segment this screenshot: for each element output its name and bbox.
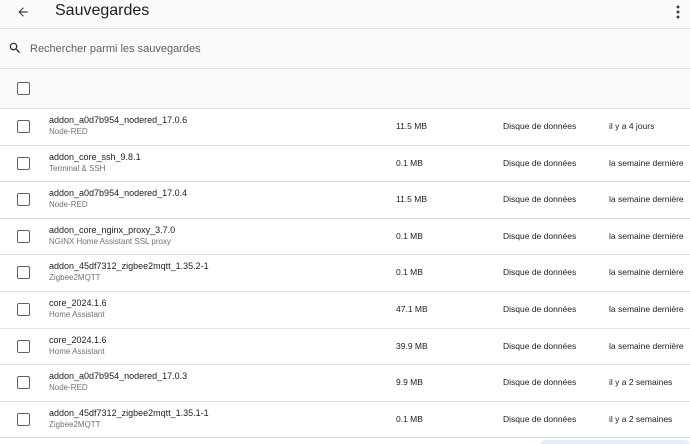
backup-date: la semaine dernière bbox=[609, 230, 684, 241]
backup-addon: Home Assistant bbox=[49, 309, 105, 319]
arrow-left-icon bbox=[18, 7, 28, 17]
page-title: Sauvegardes bbox=[55, 2, 150, 19]
row-checkbox[interactable] bbox=[17, 229, 30, 243]
backup-name: addon_45df7312_zigbee2mqtt_1.35.1-1 bbox=[49, 407, 209, 418]
backup-addon: Terminal & SSH bbox=[49, 163, 106, 173]
backup-name: addon_45df7312_zigbee2mqtt_1.35.2-1 bbox=[49, 261, 209, 272]
row-checkbox[interactable] bbox=[17, 193, 30, 207]
backup-size: 39.9 MB bbox=[396, 340, 428, 351]
app-bar: Sauvegardes bbox=[0, 0, 690, 29]
backup-date: il y a 2 semaines bbox=[609, 377, 673, 388]
backup-addon: Zigbee2MQTT bbox=[49, 273, 101, 283]
backup-list: addon_a0d7b954_nodered_17.0.6 Node-RED 11.… bbox=[0, 109, 690, 439]
row-checkbox[interactable] bbox=[17, 339, 30, 353]
table-row[interactable]: core_2024.1.6 Home Assistant 47.1 MB Disque… bbox=[0, 291, 690, 329]
backup-addon: NGINX Home Assistant SSL proxy bbox=[49, 236, 171, 246]
backup-size: 11.5 MB bbox=[396, 121, 428, 131]
search-bar bbox=[0, 29, 690, 69]
backup-addon: Node-RED bbox=[49, 200, 88, 210]
backup-name: addon_a0d7b954_nodered_17.0.4 bbox=[49, 188, 188, 199]
search-input[interactable] bbox=[30, 39, 670, 59]
table-row[interactable]: addon_a0d7b954_nodered_17.0.3 Node-RED 9.9… bbox=[0, 365, 690, 402]
overflow-menu-button[interactable] bbox=[670, 1, 686, 23]
table-row[interactable]: addon_a0d7b954_nodered_17.0.4 Node-RED 11.… bbox=[0, 182, 690, 219]
row-checkbox[interactable] bbox=[17, 376, 30, 390]
backup-addon: Zigbee2MQTT bbox=[49, 419, 101, 429]
table-row[interactable]: addon_core_ssh_9.8.1 Terminal & SSH 0.1 MB… bbox=[0, 145, 690, 183]
row-checkbox[interactable] bbox=[17, 120, 30, 133]
backup-date: la semaine dernière bbox=[609, 194, 684, 205]
backup-date: il y a 2 semaines bbox=[609, 413, 673, 424]
backup-size: 0.1 MB bbox=[396, 157, 423, 168]
backup-location: Disque de données bbox=[503, 303, 577, 314]
backup-name: addon_a0d7b954_nodered_17.0.6 bbox=[49, 115, 188, 125]
backup-location: Disque de données bbox=[503, 377, 577, 388]
backup-size: 0.1 MB bbox=[396, 230, 423, 241]
backup-date: la semaine dernière bbox=[609, 340, 684, 351]
table-row[interactable]: addon_45df7312_zigbee2mqtt_1.35.1-1 Zigbe… bbox=[0, 401, 690, 439]
floating-action-button[interactable] bbox=[540, 440, 690, 444]
row-checkbox[interactable] bbox=[17, 302, 30, 316]
search-icon bbox=[9, 42, 20, 53]
backup-date: la semaine dernière bbox=[609, 157, 684, 168]
table-row[interactable]: addon_a0d7b954_nodered_17.0.6 Node-RED 11.… bbox=[0, 109, 690, 146]
backup-addon: Node-RED bbox=[49, 127, 88, 136]
table-row[interactable]: addon_45df7312_zigbee2mqtt_1.35.2-1 Zigbe… bbox=[0, 255, 690, 292]
backup-name: core_2024.1.6 bbox=[49, 334, 107, 345]
row-checkbox[interactable] bbox=[17, 156, 30, 170]
dots-vertical-icon bbox=[676, 5, 680, 19]
backup-location: Disque de données bbox=[503, 413, 577, 424]
backup-date: la semaine dernière bbox=[609, 303, 684, 314]
backup-location: Disque de données bbox=[503, 121, 577, 131]
backup-location: Disque de données bbox=[503, 230, 577, 241]
backup-size: 0.1 MB bbox=[396, 413, 423, 424]
backup-size: 47.1 MB bbox=[396, 303, 428, 314]
backup-size: 11.5 MB bbox=[396, 194, 428, 205]
backup-location: Disque de données bbox=[503, 340, 577, 351]
backup-addon: Home Assistant bbox=[49, 346, 105, 356]
row-checkbox[interactable] bbox=[17, 266, 30, 280]
table-row[interactable]: core_2024.1.6 Home Assistant 39.9 MB Disque… bbox=[0, 328, 690, 366]
backup-date: il y a 4 jours bbox=[609, 121, 655, 131]
backup-size: 0.1 MB bbox=[396, 267, 423, 278]
backup-date: la semaine dernière bbox=[609, 267, 684, 278]
table-header bbox=[0, 69, 690, 109]
row-checkbox[interactable] bbox=[17, 412, 30, 426]
backup-size: 9.9 MB bbox=[396, 377, 423, 388]
backup-location: Disque de données bbox=[503, 157, 577, 168]
backup-name: addon_a0d7b954_nodered_17.0.3 bbox=[49, 371, 188, 382]
select-all-checkbox[interactable] bbox=[17, 82, 30, 95]
backup-addon: Node-RED bbox=[49, 383, 88, 393]
backup-location: Disque de données bbox=[503, 194, 577, 205]
back-button[interactable] bbox=[12, 2, 34, 22]
table-row[interactable]: addon_core_nginx_proxy_3.7.0 NGINX Home A… bbox=[0, 218, 690, 256]
backup-name: addon_core_nginx_proxy_3.7.0 bbox=[49, 224, 176, 235]
backup-location: Disque de données bbox=[503, 267, 577, 278]
backup-name: addon_core_ssh_9.8.1 bbox=[49, 151, 141, 162]
backup-name: core_2024.1.6 bbox=[49, 297, 107, 308]
